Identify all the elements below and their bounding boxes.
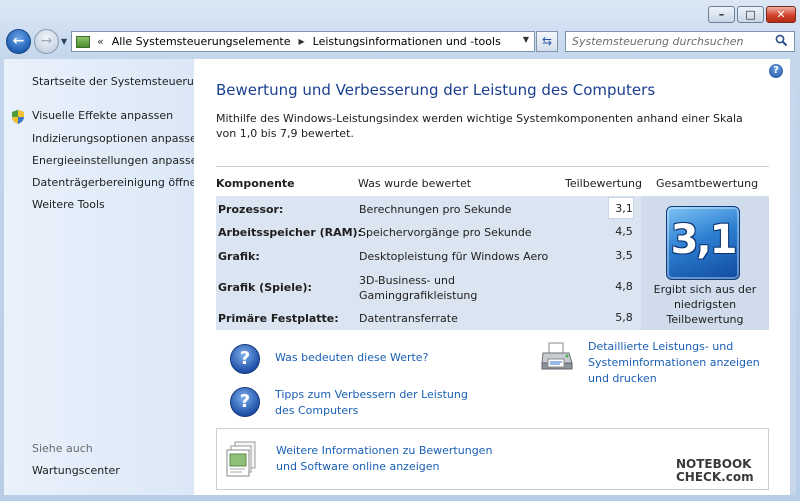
address-bar[interactable]: « Alle Systemsteuerungselemente ▶ Leistu…	[71, 31, 535, 52]
row-memory-score: 4,5	[615, 225, 633, 238]
sidebar-home-link[interactable]: Startseite der Systemsteuerung	[32, 75, 208, 88]
header-base-score: Gesamtbewertung	[656, 177, 759, 190]
row-processor-score: 3,1	[615, 202, 633, 215]
header-component: Komponente	[216, 177, 295, 190]
row-gaming-graphics-component: Grafik (Spiele):	[218, 281, 312, 294]
close-icon: ✕	[776, 8, 786, 21]
see-also-heading: Siehe auch	[32, 442, 93, 455]
row-gaming-graphics-rated: 3D-Business- und Gaminggrafikleistung	[359, 274, 478, 302]
breadcrumb-all-items[interactable]: Alle Systemsteuerungselemente	[112, 35, 291, 48]
help-icon[interactable]: ?	[769, 64, 783, 78]
row-processor-component: Prozessor:	[218, 203, 284, 216]
watermark-line2: CHECK.com	[676, 470, 754, 484]
window-right-edge	[790, 59, 796, 495]
tips-help-icon: ?	[230, 387, 260, 417]
printer-icon	[540, 341, 574, 376]
search-input[interactable]	[572, 35, 762, 48]
refresh-button[interactable]: ⇆	[536, 31, 558, 52]
header-subscore: Teilbewertung	[565, 177, 643, 190]
refresh-icon: ⇆	[541, 34, 553, 48]
base-score-value: 3,1	[670, 217, 738, 263]
control-panel-window: – □ ✕ ← → ▼ « Alle Systemsteuerungseleme…	[0, 0, 800, 501]
address-dropdown-icon[interactable]: ▼	[523, 35, 529, 44]
header-rated: Was wurde bewertet	[358, 177, 472, 190]
sidebar-item-disk-cleanup[interactable]: Datenträgerbereinigung öffnen	[32, 176, 203, 189]
maximize-button[interactable]: □	[737, 6, 764, 23]
main-content: ? Bewertung und Verbesserung der Leistun…	[194, 59, 790, 495]
row-gaming-graphics-score: 4,8	[615, 280, 633, 293]
forward-arrow-icon: →	[40, 33, 53, 49]
detailed-info-link[interactable]: Detaillierte Leistungs- und Systeminform…	[588, 339, 778, 387]
base-score-tile[interactable]: 3,1	[666, 206, 740, 280]
tips-link[interactable]: Tipps zum Verbessern der Leistung des Co…	[275, 387, 485, 419]
back-arrow-icon: ←	[12, 33, 25, 49]
maximize-icon: □	[745, 8, 756, 21]
back-button[interactable]: ←	[6, 29, 31, 54]
row-processor-rated: Berechnungen pro Sekunde	[359, 203, 512, 216]
forward-button[interactable]: →	[34, 29, 59, 54]
breadcrumb-performance[interactable]: Leistungsinformationen und -tools	[313, 35, 501, 48]
sidebar-item-indexing-options[interactable]: Indizierungsoptionen anpassen	[32, 132, 204, 145]
task-sidebar: Startseite der Systemsteuerung Visuelle …	[4, 59, 208, 495]
row-disk-score: 5,8	[615, 311, 633, 324]
sidebar-item-more-tools[interactable]: Weitere Tools	[32, 198, 105, 211]
minimize-button[interactable]: –	[708, 6, 735, 23]
recent-pages-dropdown[interactable]: ▼	[61, 37, 67, 46]
online-document-icon	[225, 441, 259, 482]
breadcrumb-separator-icon[interactable]: ▶	[299, 37, 305, 46]
online-info-link[interactable]: Weitere Informationen zu Bewertungen und…	[276, 443, 496, 475]
row-disk-component: Primäre Festplatte:	[218, 312, 339, 325]
navigation-bar: ← → ▼ « Alle Systemsteuerungselemente ▶ …	[0, 27, 800, 57]
intro-text: Mithilfe des Windows-Leistungsindex werd…	[216, 112, 743, 140]
row-memory-rated: Speichervorgänge pro Sekunde	[359, 226, 532, 239]
what-mean-link[interactable]: Was bedeuten diese Werte?	[275, 350, 428, 366]
control-panel-folder-icon	[76, 35, 90, 48]
search-icon[interactable]	[775, 34, 788, 50]
row-disk-rated: Datentransferrate	[359, 312, 458, 325]
divider	[216, 166, 769, 167]
row-graphics-rated: Desktopleistung für Windows Aero	[359, 250, 549, 263]
close-button[interactable]: ✕	[766, 6, 796, 23]
minimize-icon: –	[718, 8, 725, 21]
row-graphics-score: 3,5	[615, 249, 633, 262]
page-title: Bewertung und Verbesserung der Leistung …	[216, 81, 656, 99]
sidebar-item-visual-effects[interactable]: Visuelle Effekte anpassen	[32, 109, 173, 122]
search-box[interactable]	[565, 31, 795, 52]
overflow-chevron-icon[interactable]: «	[97, 35, 104, 48]
sidebar-item-action-center[interactable]: Wartungscenter	[32, 464, 120, 477]
sidebar-item-power-settings[interactable]: Energieeinstellungen anpassen	[32, 154, 204, 167]
base-score-panel: 3,1 Ergibt sich aus der niedrigsten Teil…	[641, 196, 769, 330]
row-graphics-component: Grafik:	[218, 250, 260, 263]
uac-shield-icon	[11, 109, 25, 128]
base-score-note: Ergibt sich aus der niedrigsten Teilbewe…	[653, 283, 757, 326]
notebookcheck-watermark: NOTEBOOK CHECK.com	[676, 458, 754, 484]
caption-buttons: – □ ✕	[708, 6, 796, 23]
question-help-icon: ?	[230, 344, 260, 374]
row-memory-component: Arbeitsspeicher (RAM):	[218, 226, 362, 239]
